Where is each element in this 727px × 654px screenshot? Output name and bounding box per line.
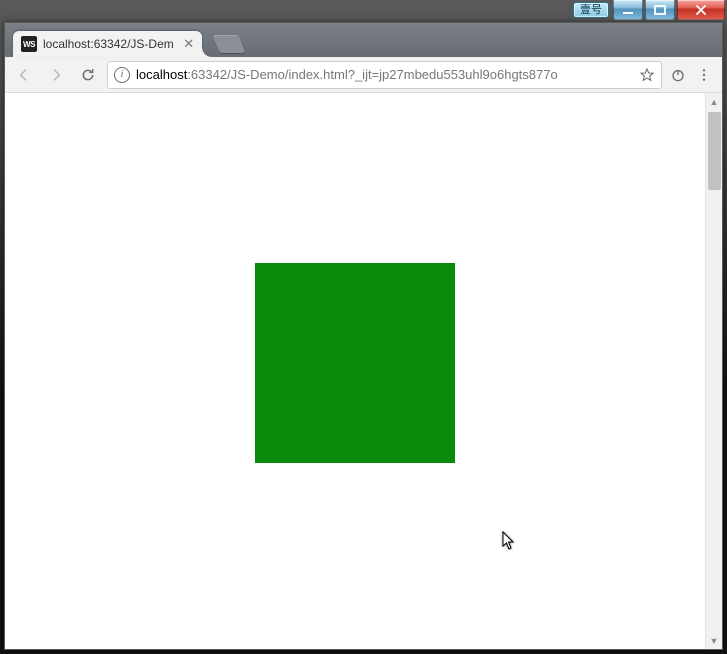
scroll-down-button[interactable]: ▼ bbox=[706, 632, 722, 649]
extension-power-button[interactable] bbox=[670, 67, 686, 83]
window-profile-label: 壹号 bbox=[573, 2, 609, 18]
browser-window: WS localhost:63342/JS-Dem ✕ i localhost:… bbox=[4, 22, 723, 650]
arrow-left-icon bbox=[16, 67, 32, 83]
tab-favicon: WS bbox=[21, 36, 37, 52]
green-box bbox=[255, 263, 455, 463]
tab-close-button[interactable]: ✕ bbox=[182, 37, 196, 51]
site-info-icon[interactable]: i bbox=[114, 67, 130, 83]
browser-toolbar: i localhost:63342/JS-Demo/index.html?_ij… bbox=[5, 57, 722, 93]
window-maximize-button[interactable] bbox=[645, 0, 675, 20]
nav-back-button[interactable] bbox=[11, 62, 37, 88]
tab-title: localhost:63342/JS-Dem bbox=[43, 37, 174, 51]
tab-strip: WS localhost:63342/JS-Dem ✕ bbox=[5, 23, 722, 57]
browser-tab[interactable]: WS localhost:63342/JS-Dem ✕ bbox=[13, 31, 202, 57]
nav-reload-button[interactable] bbox=[75, 62, 101, 88]
url-text: localhost:63342/JS-Demo/index.html?_ijt=… bbox=[136, 67, 633, 82]
scroll-up-button[interactable]: ▲ bbox=[706, 93, 722, 110]
star-icon bbox=[639, 67, 655, 83]
url-host: localhost bbox=[136, 67, 187, 82]
new-tab-button[interactable] bbox=[212, 35, 245, 53]
desktop: 壹号 WS localhost:63342/JS-Dem ✕ bbox=[0, 0, 727, 654]
window-close-button[interactable] bbox=[677, 0, 725, 20]
chrome-menu-button[interactable] bbox=[696, 67, 712, 83]
window-minimize-button[interactable] bbox=[613, 0, 643, 20]
address-bar[interactable]: i localhost:63342/JS-Demo/index.html?_ij… bbox=[107, 61, 662, 89]
scroll-thumb[interactable] bbox=[708, 112, 721, 190]
bookmark-star-button[interactable] bbox=[639, 67, 655, 83]
vertical-scrollbar[interactable]: ▲ ▼ bbox=[705, 93, 722, 649]
url-path: :63342/JS-Demo/index.html?_ijt=jp27mbedu… bbox=[187, 67, 557, 82]
reload-icon bbox=[80, 67, 96, 83]
page-content[interactable] bbox=[5, 93, 705, 649]
arrow-right-icon bbox=[48, 67, 64, 83]
dots-vertical-icon bbox=[696, 67, 712, 83]
nav-forward-button[interactable] bbox=[43, 62, 69, 88]
window-caption: 壹号 bbox=[573, 0, 727, 22]
page-viewport: ▲ ▼ bbox=[5, 93, 722, 649]
toolbar-right bbox=[668, 67, 716, 83]
power-icon bbox=[670, 67, 686, 83]
